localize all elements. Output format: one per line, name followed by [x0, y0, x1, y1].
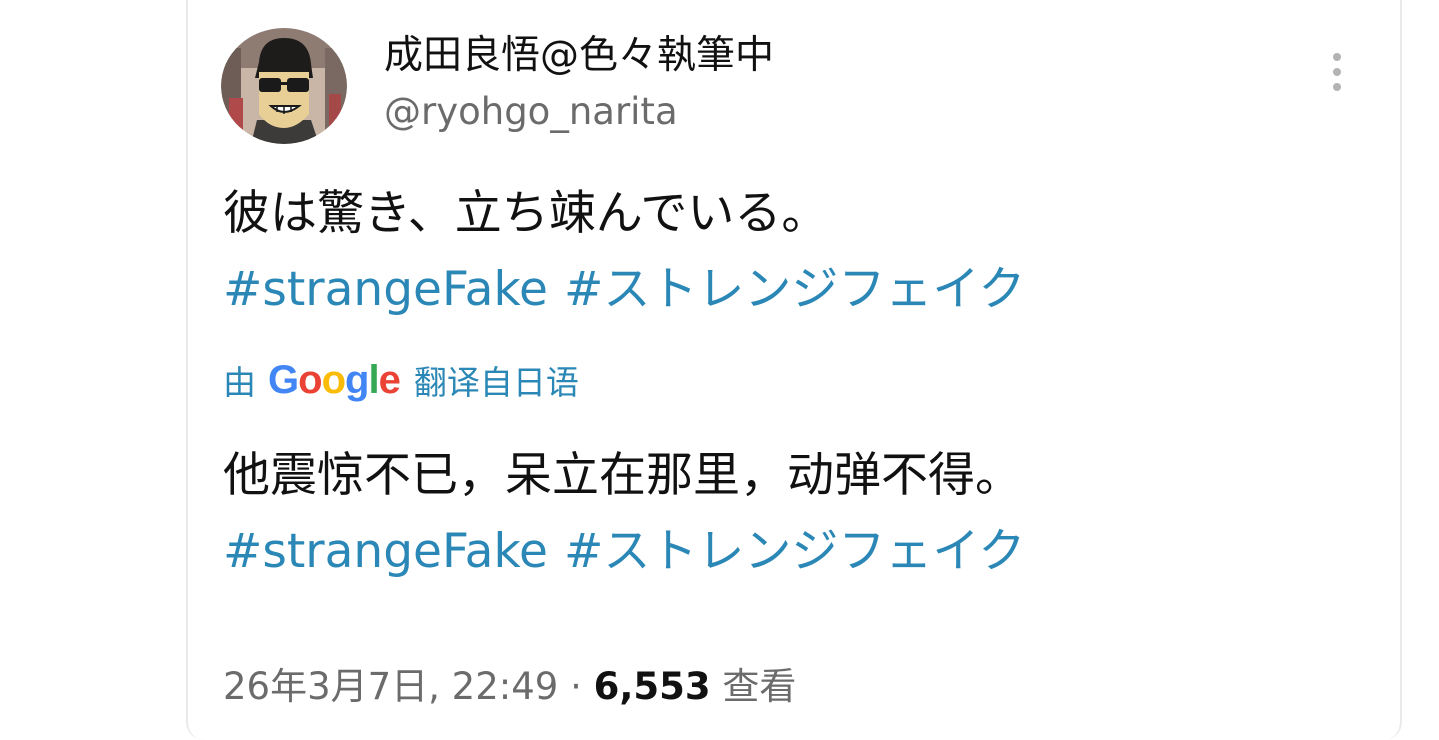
hashtag-row-original: #strangeFake #ストレンジフェイク [223, 262, 1041, 318]
avatar[interactable] [221, 28, 347, 144]
translation-suffix: 翻译自日语 [413, 363, 579, 402]
views-label: 查看 [722, 665, 797, 708]
google-logo-letter: g [345, 357, 369, 402]
translation-prefix: 由 [223, 363, 256, 402]
hashtag-link[interactable]: #strangeFake [223, 262, 548, 317]
tweet-original-text: 彼は驚き、立ち竦んでいる。 [223, 186, 829, 241]
hashtag-link[interactable]: #strangeFake [223, 524, 548, 579]
tweet-meta: 26年3月7日, 22:49 · 6,553 查看 [223, 662, 796, 712]
hashtag-row-translated: #strangeFake #ストレンジフェイク [223, 524, 1041, 580]
translation-attribution[interactable]: 由 Google 翻译自日语 [223, 356, 579, 404]
tweet-translated-text: 他震惊不已，呆立在那里，动弹不得。 [223, 448, 1022, 503]
more-vertical-icon[interactable] [1330, 53, 1344, 93]
author-display-name[interactable]: 成田良悟@色々執筆中 [384, 31, 774, 81]
hashtag-link[interactable]: #ストレンジフェイク [564, 262, 1025, 317]
tweet-timestamp[interactable]: 26年3月7日, 22:49 [223, 665, 558, 708]
google-logo-letter: l [368, 357, 379, 402]
author-handle[interactable]: @ryohgo_narita [384, 89, 678, 135]
google-logo-letter: e [378, 357, 401, 402]
google-logo-letter: o [321, 357, 346, 402]
avatar-image [221, 28, 347, 144]
hashtag-link[interactable]: #ストレンジフェイク [564, 524, 1025, 579]
views-count: 6,553 [593, 665, 711, 708]
google-logo-letter: o [298, 357, 322, 402]
meta-separator: · [570, 665, 582, 708]
google-logo-letter: G [268, 357, 299, 402]
google-logo: Google [268, 357, 401, 403]
